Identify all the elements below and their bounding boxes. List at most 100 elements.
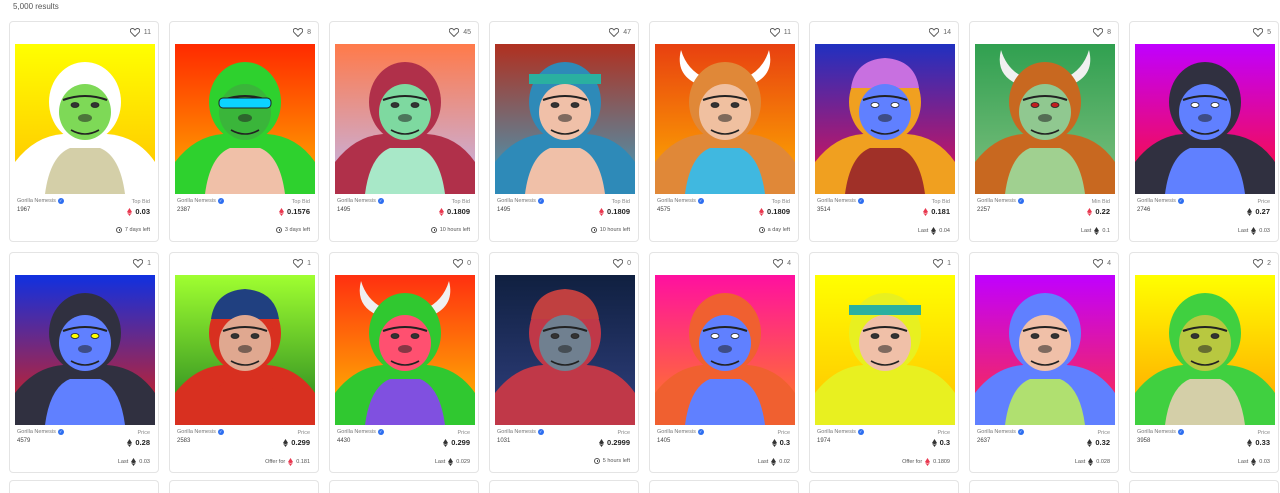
card-footer: Offer for 0.181	[265, 458, 310, 466]
heart-icon	[133, 259, 144, 268]
clock-icon	[758, 227, 765, 233]
token-id: 1031	[497, 438, 511, 444]
nft-card[interactable]: 11 Gorilla Nemesis ✓ 4575 Top Bid 0.1809 a day…	[649, 21, 799, 242]
collection-name[interactable]: Gorilla Nemesis	[17, 198, 56, 204]
nft-card[interactable]: 0 Gorilla Nemesis ✓ 4430 Price 0.299 Last 0.029	[329, 252, 479, 473]
nft-artwork	[15, 275, 155, 425]
favorite-button[interactable]: 14	[929, 28, 951, 37]
favorite-button[interactable]: 47	[609, 28, 631, 37]
favorite-button[interactable]: 8	[1093, 28, 1111, 37]
favorite-button[interactable]: 1	[133, 259, 151, 268]
nft-image[interactable]	[495, 44, 635, 194]
favorite-button[interactable]: 1	[933, 259, 951, 268]
nft-image[interactable]	[975, 44, 1115, 194]
eth-icon	[771, 458, 777, 466]
nft-image[interactable]	[1135, 44, 1275, 194]
favorite-button[interactable]: 2	[1253, 259, 1271, 268]
nft-image[interactable]	[15, 44, 155, 194]
nft-card[interactable]: 1 Gorilla Nemesis ✓ 2583 Price 0.299 Offer for…	[169, 252, 319, 473]
collection-name[interactable]: Gorilla Nemesis	[177, 198, 216, 204]
price-value: 0.1809	[607, 207, 630, 216]
nft-image[interactable]	[15, 275, 155, 425]
price-label: Top Bid	[451, 199, 470, 205]
nft-card[interactable]: 0 Gorilla Nemesis ✓ 1031 Price 0.2999 5 hours …	[489, 252, 639, 473]
card-footer: 7 days left	[115, 227, 150, 233]
favorite-button[interactable]: 11	[769, 28, 791, 37]
clock-icon	[430, 227, 437, 233]
nft-image[interactable]	[335, 44, 475, 194]
collection-name[interactable]: Gorilla Nemesis	[977, 429, 1016, 435]
like-count: 5	[1267, 29, 1271, 36]
collection-name[interactable]: Gorilla Nemesis	[817, 198, 856, 204]
nft-image[interactable]	[815, 275, 955, 425]
collection-name[interactable]: Gorilla Nemesis	[497, 429, 536, 435]
nft-card[interactable]: 47 Gorilla Nemesis ✓ 1495 Top Bid 0.1809 10 ho…	[489, 21, 639, 242]
verified-icon: ✓	[857, 198, 864, 204]
verified-icon: ✓	[857, 429, 864, 435]
nft-card[interactable]: 14 Gorilla Nemesis ✓ 3514 Top Bid 0.181 Last 0.…	[809, 21, 959, 242]
last-sale-value: 0.028	[1096, 459, 1110, 465]
nft-card[interactable]: 4 Gorilla Nemesis ✓ 1405 Price 0.3 Last 0.02	[649, 252, 799, 473]
favorite-button[interactable]: 0	[613, 259, 631, 268]
price-label: Price	[617, 430, 630, 436]
collection-name[interactable]: Gorilla Nemesis	[497, 198, 536, 204]
collection-name[interactable]: Gorilla Nemesis	[817, 429, 856, 435]
nft-card[interactable]: 4 Gorilla Nemesis ✓ 2637 Price 0.32 Last 0.028	[969, 252, 1119, 473]
eth-icon	[1251, 227, 1257, 235]
verified-icon: ✓	[217, 198, 224, 204]
nft-card[interactable]: 45 Gorilla Nemesis ✓ 1495 Top Bid 0.1809 10 ho…	[329, 21, 479, 242]
nft-card[interactable]: 8 Gorilla Nemesis ✓ 2387 Top Bid 0.1576 3 days…	[169, 21, 319, 242]
weth-icon	[923, 207, 929, 216]
nft-image[interactable]	[655, 44, 795, 194]
nft-image[interactable]	[495, 275, 635, 425]
like-count: 2	[1267, 260, 1271, 267]
nft-card[interactable]: 1 Gorilla Nemesis ✓ 1974 Price 0.3 Offer for 0.…	[809, 252, 959, 473]
heart-icon	[449, 28, 460, 37]
nft-image[interactable]	[175, 44, 315, 194]
price-label: Price	[1257, 199, 1270, 205]
collection-name[interactable]: Gorilla Nemesis	[1137, 198, 1176, 204]
token-id: 1495	[497, 207, 511, 213]
favorite-button[interactable]: 1	[293, 259, 311, 268]
favorite-button[interactable]: 11	[129, 28, 151, 37]
nft-image[interactable]	[975, 275, 1115, 425]
eth-icon	[1088, 458, 1094, 466]
nft-image[interactable]	[815, 44, 955, 194]
nft-artwork	[15, 44, 155, 194]
favorite-button[interactable]: 0	[453, 259, 471, 268]
nft-image[interactable]	[175, 275, 315, 425]
collection-name[interactable]: Gorilla Nemesis	[1137, 429, 1176, 435]
verified-icon: ✓	[377, 198, 384, 204]
collection-name[interactable]: Gorilla Nemesis	[17, 429, 56, 435]
nft-card[interactable]: 8 Gorilla Nemesis ✓ 2257 Min Bid 0.22 Last 0.1	[969, 21, 1119, 242]
heart-icon	[1093, 259, 1104, 268]
collection-name[interactable]: Gorilla Nemesis	[177, 429, 216, 435]
nft-image[interactable]	[1135, 275, 1275, 425]
favorite-button[interactable]: 4	[773, 259, 791, 268]
card-footer: Last 0.04	[918, 227, 950, 235]
nft-image[interactable]	[335, 275, 475, 425]
like-count: 8	[1107, 29, 1111, 36]
verified-icon: ✓	[697, 429, 704, 435]
nft-image[interactable]	[655, 275, 795, 425]
collection-name[interactable]: Gorilla Nemesis	[657, 198, 696, 204]
favorite-button[interactable]: 8	[293, 28, 311, 37]
collection-name[interactable]: Gorilla Nemesis	[337, 198, 376, 204]
clock-icon	[593, 458, 600, 464]
nft-card[interactable]: 11 Gorilla Nemesis ✓ 1967 Top Bid 0.03 7 days …	[9, 21, 159, 242]
nft-card[interactable]: 5 Gorilla Nemesis ✓ 2746 Price 0.27 Last 0.03	[1129, 21, 1279, 242]
favorite-button[interactable]: 5	[1253, 28, 1271, 37]
favorite-button[interactable]: 4	[1093, 259, 1111, 268]
collection-name[interactable]: Gorilla Nemesis	[657, 429, 696, 435]
collection-name[interactable]: Gorilla Nemesis	[977, 198, 1016, 204]
token-id: 3958	[1137, 438, 1151, 444]
favorite-button[interactable]: 45	[449, 28, 471, 37]
eth-icon	[1247, 438, 1253, 447]
price-value: 0.299	[291, 438, 310, 447]
nft-card[interactable]: 1 Gorilla Nemesis ✓ 4579 Price 0.28 Last 0.03	[9, 252, 159, 473]
price-label: Price	[457, 430, 470, 436]
nft-artwork	[815, 44, 955, 194]
nft-card[interactable]: 2 Gorilla Nemesis ✓ 3958 Price 0.33 Last 0.03	[1129, 252, 1279, 473]
collection-name[interactable]: Gorilla Nemesis	[337, 429, 376, 435]
nft-artwork	[495, 275, 635, 425]
